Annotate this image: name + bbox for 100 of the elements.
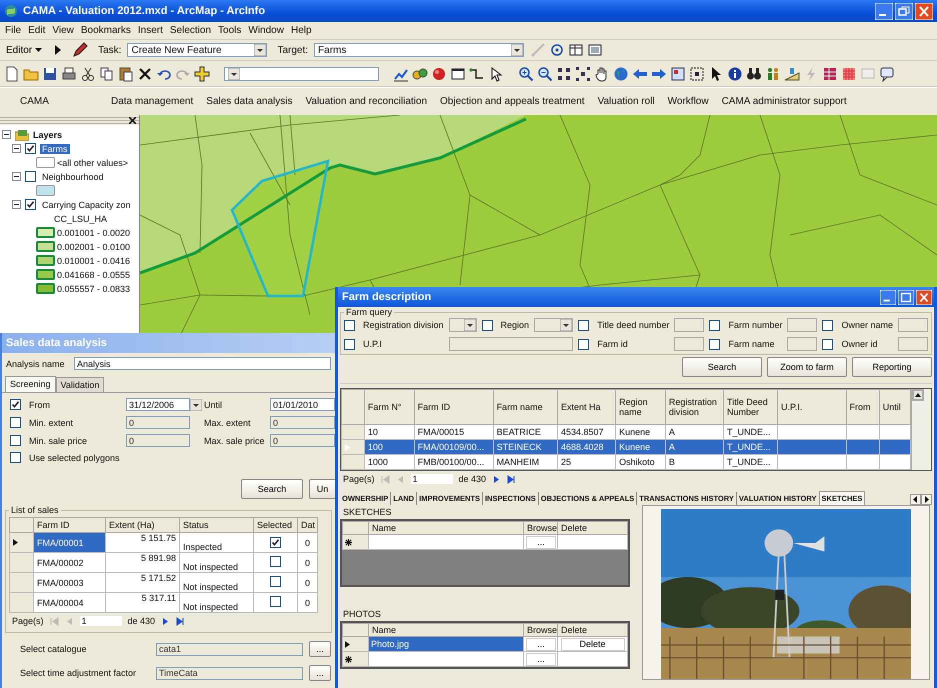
tree-item[interactable]: Carrying Capacity zon — [40, 200, 133, 210]
layers-icon — [15, 128, 29, 140]
save-icon[interactable] — [42, 66, 58, 82]
layer-checkbox[interactable] — [25, 143, 36, 154]
page-field[interactable]: 1 — [80, 616, 122, 626]
properties-icon[interactable] — [587, 42, 604, 58]
collapse-icon[interactable] — [12, 200, 21, 209]
fixed-zoom-out-icon[interactable] — [575, 66, 591, 82]
restore-button[interactable] — [895, 2, 913, 20]
new-document-icon[interactable] — [4, 66, 20, 82]
menu-item[interactable]: File — [5, 25, 22, 36]
printer-icon[interactable] — [61, 66, 77, 82]
window-title: CAMA - Valuation 2012.mxd - ArcMap - ArcInfo — [23, 5, 266, 17]
menu-item[interactable]: Valuation roll — [598, 96, 655, 107]
info-icon[interactable] — [727, 66, 743, 82]
field-label: Analysis name — [6, 358, 66, 368]
people-icon[interactable] — [765, 66, 781, 82]
layer-checkbox[interactable] — [25, 171, 36, 182]
tree-item[interactable]: Neighbourhood — [40, 172, 106, 182]
tools-icon[interactable] — [412, 66, 428, 82]
menu-item[interactable]: Data management — [111, 96, 194, 107]
table-icon[interactable] — [822, 66, 838, 82]
checkbox-label: Min. extent — [29, 418, 74, 428]
tree-item[interactable]: Layers — [33, 130, 62, 140]
add-data-icon[interactable] — [194, 66, 210, 82]
menu-item[interactable]: Selection — [170, 25, 212, 36]
field-label: Select catalogue — [19, 644, 88, 654]
menu-item[interactable]: Sales data analysis — [206, 96, 292, 107]
dropdown-arrow-icon[interactable] — [254, 44, 266, 56]
window-title: Sales data analysis — [6, 337, 107, 349]
measure-icon[interactable] — [784, 66, 800, 82]
menu-item[interactable]: Bookmarks — [80, 25, 131, 36]
table-cell: FMA/00003 — [34, 572, 106, 592]
layout-icon[interactable] — [670, 66, 686, 82]
select-icon[interactable] — [689, 66, 705, 82]
task-dropdown[interactable]: Create New Feature — [127, 43, 268, 57]
menu-item[interactable]: Help — [290, 25, 312, 36]
dropdown-arrow-icon[interactable] — [511, 44, 524, 56]
copy-icon[interactable] — [99, 66, 115, 82]
pager-label: Page(s) — [12, 616, 44, 626]
collapse-icon[interactable] — [12, 172, 21, 181]
legend-label: 0.001001 - 0.0020 — [57, 228, 130, 238]
menu-item[interactable]: View — [52, 25, 74, 36]
row-pointer-icon — [13, 539, 18, 546]
task-label: Task: — [98, 44, 122, 56]
app-icon — [4, 4, 18, 18]
group-title: List of sales — [10, 505, 60, 515]
collapse-icon[interactable] — [12, 144, 21, 153]
dropdown-arrow-icon[interactable] — [228, 68, 240, 80]
menu-item[interactable]: Window — [248, 25, 284, 36]
menu-item[interactable]: Valuation and reconciliation — [305, 96, 428, 107]
checkbox-label: From — [29, 400, 50, 410]
tab[interactable]: Screening — [5, 376, 56, 392]
column-header[interactable]: Farm ID — [34, 518, 106, 532]
menu-item[interactable]: Workflow — [668, 96, 709, 107]
table-cell: FMA/00002 — [34, 552, 106, 572]
delete-icon[interactable] — [137, 66, 153, 82]
checkbox-label: Min. sale price — [29, 436, 88, 446]
grid-icon[interactable] — [841, 66, 857, 82]
legend-label: 0.002001 - 0.0100 — [57, 242, 130, 252]
tab[interactable]: Validation — [56, 377, 104, 392]
zoom-in-icon[interactable] — [518, 66, 534, 82]
menu-item[interactable]: Objection and appeals treatment — [440, 96, 585, 107]
paste-icon[interactable] — [118, 66, 134, 82]
close-icon[interactable] — [129, 116, 136, 124]
legend-label: 0.041668 - 0.0555 — [57, 270, 130, 280]
tree-item[interactable]: Farms — [40, 144, 70, 154]
minimize-button[interactable] — [875, 2, 893, 20]
checkbox[interactable] — [10, 452, 21, 463]
rotate-icon[interactable] — [549, 42, 566, 58]
collapse-icon[interactable] — [2, 130, 11, 139]
legend-label: 0.055557 - 0.0833 — [57, 284, 130, 294]
globe-icon[interactable] — [613, 66, 629, 82]
editor-menu[interactable]: Editor — [4, 44, 44, 56]
checkbox[interactable] — [10, 435, 21, 446]
attributes-icon[interactable] — [568, 42, 584, 58]
checkbox[interactable] — [10, 417, 21, 428]
sphere-icon[interactable] — [431, 66, 447, 82]
pencil-icon[interactable] — [72, 42, 88, 58]
target-dropdown[interactable]: Farms — [314, 43, 524, 57]
zoom-out-icon[interactable] — [537, 66, 553, 82]
window-icon[interactable] — [450, 66, 466, 82]
field-label: Select time adjustment factor — [19, 668, 138, 678]
speech-icon[interactable] — [879, 66, 895, 82]
binoculars-icon[interactable] — [746, 66, 762, 82]
fixed-zoom-in-icon[interactable] — [556, 66, 572, 82]
checkbox-label: Use selected polygons — [29, 452, 120, 462]
target-label: Target: — [277, 44, 308, 56]
layer-checkbox[interactable] — [25, 199, 36, 210]
menu-item[interactable]: Tools — [218, 25, 242, 36]
legend-label: 0.010001 - 0.0416 — [57, 256, 130, 266]
menu-item[interactable]: CAMA administrator support — [722, 96, 847, 107]
connector-icon[interactable] — [469, 66, 485, 82]
row-header[interactable] — [10, 532, 34, 552]
close-button[interactable] — [915, 2, 933, 20]
checkbox[interactable] — [10, 399, 21, 410]
scissors-icon[interactable] — [80, 66, 96, 82]
menu-item[interactable]: Edit — [28, 25, 46, 36]
menu-item[interactable]: Insert — [138, 25, 163, 36]
table-cell: FMA/00001 — [34, 532, 106, 552]
